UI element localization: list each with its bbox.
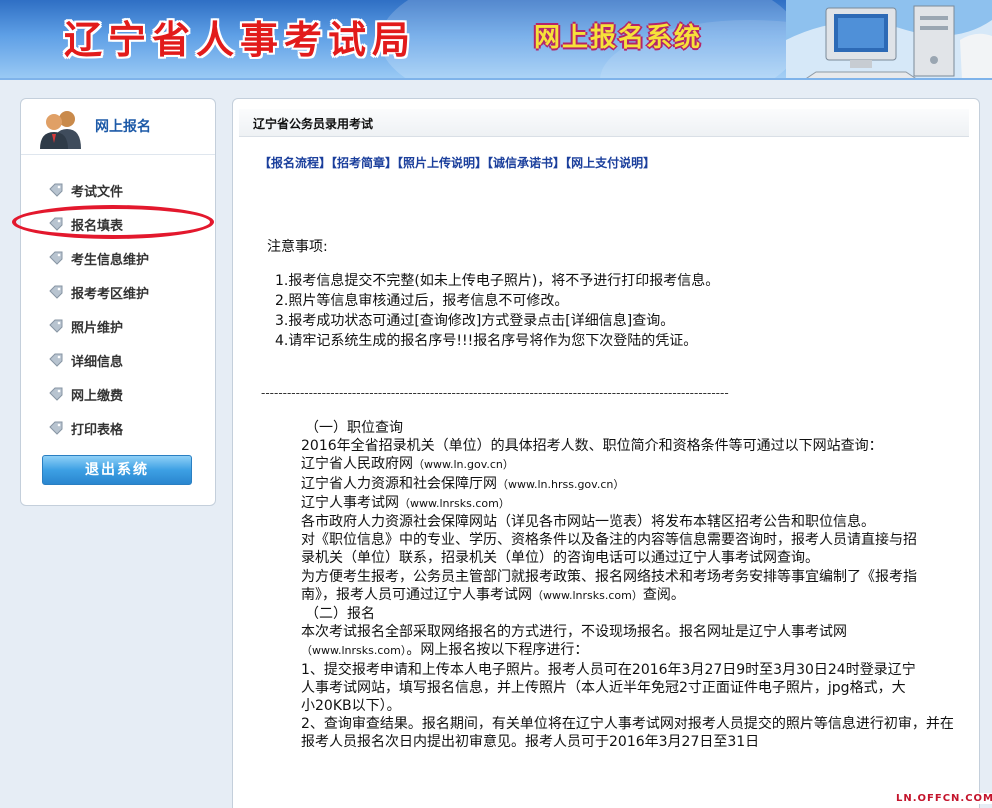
sidebar-item-print[interactable]: 打印表格 — [21, 411, 215, 445]
paragraph: 对《职位信息》中的专业、学历、资格条件以及备注的内容等信息需要咨询时，报考人员请… — [301, 532, 917, 567]
sidebar-item-label: 详细信息 — [71, 354, 124, 370]
sidebar-item-label: 打印表格 — [71, 422, 124, 438]
website-name: 辽宁省人力资源和社会保障厅网 — [301, 475, 497, 492]
main-panel: 辽宁省公务员录用考试 【报名流程】【招考简章】【照片上传说明】【诚信承诺书】【网… — [232, 98, 980, 808]
sidebar-item-payment[interactable]: 网上缴费 — [21, 377, 215, 411]
link-photo-upload-guide[interactable]: 【照片上传说明】 — [397, 156, 487, 170]
tag-icon — [49, 251, 63, 265]
website-line: 辽宁人事考试网（www.lnrsks.com） — [267, 494, 917, 513]
paragraph: 本次考试报名全部采取网络报名的方式进行，不设现场报名。报名网址是辽宁人事考试网 （… — [267, 623, 917, 660]
sidebar-item-label: 报考考区维护 — [71, 286, 150, 302]
header-ribbon — [0, 78, 992, 80]
notice-item: 2.照片等信息审核通过后，报考信息不可修改。 — [275, 293, 569, 309]
website-url: （www.ln.hrss.gov.cn） — [497, 477, 625, 491]
paragraph-text: 查阅。 — [642, 586, 685, 603]
sidebar-item-label: 照片维护 — [71, 320, 124, 336]
paragraph: 2016年全省招录机关（单位）的具体招考人数、职位简介和资格条件等可通过以下网站… — [301, 438, 883, 455]
tag-icon — [49, 353, 63, 367]
system-title: 网上报名系统 — [534, 23, 703, 53]
sidebar-item-candidate-info[interactable]: 考生信息维护 — [21, 241, 215, 275]
tag-icon — [49, 387, 63, 401]
paragraph: 1、提交报考申请和上传本人电子照片。报考人员可在2016年3月27日9时至3月3… — [301, 661, 916, 715]
link-integrity-pledge[interactable]: 【诚信承诺书】 — [487, 156, 565, 170]
sidebar-item-registration-form[interactable]: 报名填表 — [21, 207, 215, 241]
site-title: 辽宁省人事考试局 — [64, 17, 417, 62]
main-title-bar: 辽宁省公务员录用考试 — [239, 109, 969, 137]
website-url: （www.lnrsks.com） — [532, 588, 643, 602]
website-url: （www.ln.gov.cn） — [413, 458, 514, 472]
sidebar-header: 网上报名 — [21, 99, 215, 155]
divider-line: ----------------------------------------… — [261, 386, 729, 400]
sidebar-menu: 考试文件 报名填表 考生信息维护 报考考区维护 照片维护 详细信息 网上缴费 打… — [21, 173, 215, 445]
link-registration-process[interactable]: 【报名流程】 — [259, 156, 331, 170]
paragraph: 各市政府人力资源社会保障网站（详见各市网站一览表）将发布本辖区招考公告和职位信息… — [301, 514, 875, 531]
section-title: （二）报名 — [305, 606, 375, 623]
paragraph: 2、查询审查结果。报名期间，有关单位将在辽宁人事考试网对报考人员提交的照片等信息… — [301, 716, 954, 751]
sidebar-item-photo[interactable]: 照片维护 — [21, 309, 215, 343]
sidebar-item-label: 网上缴费 — [71, 388, 124, 404]
link-online-payment-guide[interactable]: 【网上支付说明】 — [565, 156, 655, 170]
paragraph-text: 。网上报名按以下程序进行： — [406, 642, 589, 659]
notice-title: 注意事项: — [267, 239, 328, 255]
sidebar-item-exam-files[interactable]: 考试文件 — [21, 173, 215, 207]
tag-icon — [49, 319, 63, 333]
sidebar-item-details[interactable]: 详细信息 — [21, 343, 215, 377]
sidebar-item-label: 考生信息维护 — [71, 252, 150, 268]
website-line: 辽宁省人民政府网（www.ln.gov.cn） — [267, 455, 917, 474]
paragraph-text: 本次考试报名全部采取网络报名的方式进行，不设现场报名。报名网址是辽宁人事考试网 — [301, 624, 847, 641]
sidebar-item-label: 考试文件 — [71, 184, 124, 200]
sidebar: 网上报名 考试文件 报名填表 考生信息维护 报考考区维护 照片维护 详细信息 网… — [20, 98, 216, 506]
sidebar-heading: 网上报名 — [95, 119, 151, 135]
tag-icon — [49, 285, 63, 299]
notice-list: 1.报考信息提交不完整(如未上传电子照片)，将不予进行打印报考信息。 2.照片等… — [275, 271, 965, 351]
page-title: 辽宁省公务员录用考试 — [253, 117, 374, 131]
section-title: （一）职位查询 — [305, 420, 403, 436]
website-name: 辽宁人事考试网 — [301, 494, 399, 511]
info-links: 【报名流程】【招考简章】【照片上传说明】【诚信承诺书】【网上支付说明】 — [259, 154, 655, 171]
tag-icon — [49, 217, 63, 231]
tag-icon — [49, 183, 63, 197]
website-name: 辽宁省人民政府网 — [301, 456, 413, 473]
paragraph: 为方便考生报考，公务员主管部门就报考政策、报名网络技术和考场考务安排等事宜编制了… — [267, 568, 917, 605]
link-recruitment-guide[interactable]: 【招考简章】 — [331, 156, 397, 170]
sidebar-item-label: 报名填表 — [71, 218, 124, 234]
computer-illustration — [786, 0, 992, 80]
tag-icon — [49, 421, 63, 435]
notice-item: 1.报考信息提交不完整(如未上传电子照片)，将不予进行打印报考信息。 — [275, 273, 720, 289]
header-banner: 辽宁省人事考试局 网上报名系统 — [0, 0, 992, 80]
website-url: （www.lnrsks.com） — [301, 644, 407, 658]
sidebar-item-exam-area[interactable]: 报考考区维护 — [21, 275, 215, 309]
website-url: （www.lnrsks.com） — [399, 496, 510, 510]
notice-item: 3.报考成功状态可通过[查询修改]方式登录点击[详细信息]查询。 — [275, 313, 675, 329]
notice-item: 4.请牢记系统生成的报名序号!!!报名序号将作为您下次登陆的凭证。 — [275, 333, 698, 349]
article-body: （一）职位查询 2016年全省招录机关（单位）的具体招考人数、职位简介和资格条件… — [267, 419, 954, 752]
watermark: LN.OFFCN.COM — [896, 793, 992, 804]
users-icon — [40, 111, 81, 149]
website-line: 辽宁省人力资源和社会保障厅网（www.ln.hrss.gov.cn） — [267, 475, 917, 494]
logout-button[interactable]: 退出系统 — [42, 455, 192, 485]
